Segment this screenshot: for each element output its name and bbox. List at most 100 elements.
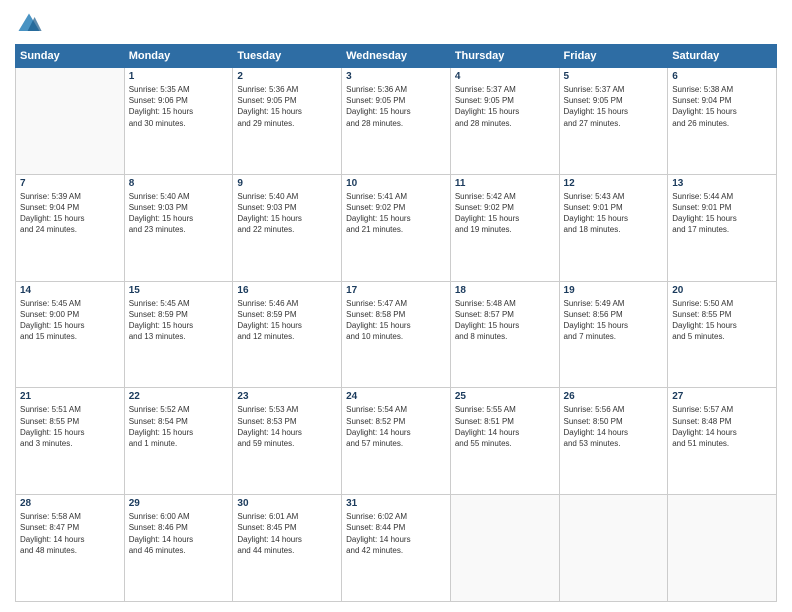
- day-info: Sunrise: 6:00 AM Sunset: 8:46 PM Dayligh…: [129, 511, 229, 556]
- day-info: Sunrise: 5:43 AM Sunset: 9:01 PM Dayligh…: [564, 191, 664, 236]
- calendar-cell: 31 Sunrise: 6:02 AM Sunset: 8:44 PM Dayli…: [342, 495, 451, 602]
- day-info: Sunrise: 5:58 AM Sunset: 8:47 PM Dayligh…: [20, 511, 120, 556]
- calendar-cell: 25 Sunrise: 5:55 AM Sunset: 8:51 PM Dayli…: [450, 388, 559, 495]
- calendar-cell: 8Sunrise: 5:40 AM Sunset: 9:03 PM Daylig…: [124, 174, 233, 281]
- calendar-cell: 24 Sunrise: 5:54 AM Sunset: 8:52 PM Dayli…: [342, 388, 451, 495]
- calendar-cell: 12 Sunrise: 5:43 AM Sunset: 9:01 PM Dayli…: [559, 174, 668, 281]
- weekday-header-row: SundayMondayTuesdayWednesdayThursdayFrid…: [16, 45, 777, 68]
- day-info: Sunrise: 5:36 AM Sunset: 9:05 PM Dayligh…: [346, 84, 446, 129]
- day-info: Sunrise: 5:45 AM Sunset: 9:00 PM Dayligh…: [20, 298, 120, 343]
- day-info: Sunrise: 5:56 AM Sunset: 8:50 PM Dayligh…: [564, 404, 664, 449]
- calendar-cell: 28 Sunrise: 5:58 AM Sunset: 8:47 PM Dayli…: [16, 495, 125, 602]
- day-number: 10: [346, 178, 446, 189]
- day-info: Sunrise: 5:47 AM Sunset: 8:58 PM Dayligh…: [346, 298, 446, 343]
- weekday-sunday: Sunday: [16, 45, 125, 68]
- calendar-cell: [559, 495, 668, 602]
- calendar-cell: 18 Sunrise: 5:48 AM Sunset: 8:57 PM Dayli…: [450, 281, 559, 388]
- day-info: Sunrise: 5:52 AM Sunset: 8:54 PM Dayligh…: [129, 404, 229, 449]
- calendar-table: SundayMondayTuesdayWednesdayThursdayFrid…: [15, 44, 777, 602]
- calendar-cell: [16, 68, 125, 175]
- logo-icon: [15, 10, 43, 38]
- day-info: Sunrise: 5:44 AM Sunset: 9:01 PM Dayligh…: [672, 191, 772, 236]
- day-info: Sunrise: 5:35 AM Sunset: 9:06 PM Dayligh…: [129, 84, 229, 129]
- day-number: 24: [346, 391, 446, 402]
- calendar-cell: 23 Sunrise: 5:53 AM Sunset: 8:53 PM Dayli…: [233, 388, 342, 495]
- day-number: 7: [20, 178, 120, 189]
- day-info: Sunrise: 5:55 AM Sunset: 8:51 PM Dayligh…: [455, 404, 555, 449]
- calendar-cell: 6Sunrise: 5:38 AM Sunset: 9:04 PM Daylig…: [668, 68, 777, 175]
- calendar-cell: 20Sunrise: 5:50 AM Sunset: 8:55 PM Dayli…: [668, 281, 777, 388]
- calendar-cell: 15 Sunrise: 5:45 AM Sunset: 8:59 PM Dayli…: [124, 281, 233, 388]
- day-number: 28: [20, 498, 120, 509]
- calendar-cell: 22 Sunrise: 5:52 AM Sunset: 8:54 PM Dayli…: [124, 388, 233, 495]
- day-number: 31: [346, 498, 446, 509]
- calendar-cell: 16 Sunrise: 5:46 AM Sunset: 8:59 PM Dayli…: [233, 281, 342, 388]
- week-row-2: 7 Sunrise: 5:39 AM Sunset: 9:04 PM Daylig…: [16, 174, 777, 281]
- day-number: 19: [564, 285, 664, 296]
- weekday-tuesday: Tuesday: [233, 45, 342, 68]
- day-info: Sunrise: 5:46 AM Sunset: 8:59 PM Dayligh…: [237, 298, 337, 343]
- calendar-cell: 11Sunrise: 5:42 AM Sunset: 9:02 PM Dayli…: [450, 174, 559, 281]
- day-number: 29: [129, 498, 229, 509]
- day-info: Sunrise: 5:54 AM Sunset: 8:52 PM Dayligh…: [346, 404, 446, 449]
- weekday-friday: Friday: [559, 45, 668, 68]
- day-number: 12: [564, 178, 664, 189]
- calendar-cell: 26Sunrise: 5:56 AM Sunset: 8:50 PM Dayli…: [559, 388, 668, 495]
- header: [15, 10, 777, 38]
- day-number: 11: [455, 178, 555, 189]
- day-info: Sunrise: 6:02 AM Sunset: 8:44 PM Dayligh…: [346, 511, 446, 556]
- calendar-cell: 9 Sunrise: 5:40 AM Sunset: 9:03 PM Daylig…: [233, 174, 342, 281]
- calendar-cell: 19 Sunrise: 5:49 AM Sunset: 8:56 PM Dayli…: [559, 281, 668, 388]
- day-number: 6: [672, 71, 772, 82]
- day-info: Sunrise: 5:49 AM Sunset: 8:56 PM Dayligh…: [564, 298, 664, 343]
- day-number: 15: [129, 285, 229, 296]
- calendar-cell: 21Sunrise: 5:51 AM Sunset: 8:55 PM Dayli…: [16, 388, 125, 495]
- day-number: 13: [672, 178, 772, 189]
- calendar-cell: 10Sunrise: 5:41 AM Sunset: 9:02 PM Dayli…: [342, 174, 451, 281]
- day-info: Sunrise: 5:39 AM Sunset: 9:04 PM Dayligh…: [20, 191, 120, 236]
- day-number: 27: [672, 391, 772, 402]
- calendar-cell: 29 Sunrise: 6:00 AM Sunset: 8:46 PM Dayli…: [124, 495, 233, 602]
- calendar-cell: 27Sunrise: 5:57 AM Sunset: 8:48 PM Dayli…: [668, 388, 777, 495]
- day-number: 25: [455, 391, 555, 402]
- day-number: 5: [564, 71, 664, 82]
- day-number: 8: [129, 178, 229, 189]
- calendar-cell: 5 Sunrise: 5:37 AM Sunset: 9:05 PM Daylig…: [559, 68, 668, 175]
- day-number: 23: [237, 391, 337, 402]
- week-row-5: 28 Sunrise: 5:58 AM Sunset: 8:47 PM Dayli…: [16, 495, 777, 602]
- weekday-saturday: Saturday: [668, 45, 777, 68]
- page: SundayMondayTuesdayWednesdayThursdayFrid…: [0, 0, 792, 612]
- calendar-cell: 13 Sunrise: 5:44 AM Sunset: 9:01 PM Dayli…: [668, 174, 777, 281]
- day-number: 22: [129, 391, 229, 402]
- day-info: Sunrise: 5:36 AM Sunset: 9:05 PM Dayligh…: [237, 84, 337, 129]
- day-info: Sunrise: 6:01 AM Sunset: 8:45 PM Dayligh…: [237, 511, 337, 556]
- week-row-4: 21Sunrise: 5:51 AM Sunset: 8:55 PM Dayli…: [16, 388, 777, 495]
- day-info: Sunrise: 5:53 AM Sunset: 8:53 PM Dayligh…: [237, 404, 337, 449]
- day-number: 3: [346, 71, 446, 82]
- calendar-cell: 2Sunrise: 5:36 AM Sunset: 9:05 PM Daylig…: [233, 68, 342, 175]
- day-info: Sunrise: 5:48 AM Sunset: 8:57 PM Dayligh…: [455, 298, 555, 343]
- day-number: 18: [455, 285, 555, 296]
- day-number: 1: [129, 71, 229, 82]
- day-info: Sunrise: 5:37 AM Sunset: 9:05 PM Dayligh…: [455, 84, 555, 129]
- logo: [15, 10, 47, 38]
- day-number: 17: [346, 285, 446, 296]
- calendar-cell: 1 Sunrise: 5:35 AM Sunset: 9:06 PM Daylig…: [124, 68, 233, 175]
- weekday-wednesday: Wednesday: [342, 45, 451, 68]
- day-info: Sunrise: 5:51 AM Sunset: 8:55 PM Dayligh…: [20, 404, 120, 449]
- calendar-cell: 14 Sunrise: 5:45 AM Sunset: 9:00 PM Dayli…: [16, 281, 125, 388]
- weekday-thursday: Thursday: [450, 45, 559, 68]
- day-number: 14: [20, 285, 120, 296]
- weekday-monday: Monday: [124, 45, 233, 68]
- day-info: Sunrise: 5:50 AM Sunset: 8:55 PM Dayligh…: [672, 298, 772, 343]
- day-info: Sunrise: 5:37 AM Sunset: 9:05 PM Dayligh…: [564, 84, 664, 129]
- day-info: Sunrise: 5:45 AM Sunset: 8:59 PM Dayligh…: [129, 298, 229, 343]
- day-info: Sunrise: 5:40 AM Sunset: 9:03 PM Dayligh…: [237, 191, 337, 236]
- week-row-1: 1 Sunrise: 5:35 AM Sunset: 9:06 PM Daylig…: [16, 68, 777, 175]
- calendar-cell: 7 Sunrise: 5:39 AM Sunset: 9:04 PM Daylig…: [16, 174, 125, 281]
- day-number: 4: [455, 71, 555, 82]
- calendar-cell: 3 Sunrise: 5:36 AM Sunset: 9:05 PM Daylig…: [342, 68, 451, 175]
- day-number: 9: [237, 178, 337, 189]
- day-number: 16: [237, 285, 337, 296]
- calendar-cell: [450, 495, 559, 602]
